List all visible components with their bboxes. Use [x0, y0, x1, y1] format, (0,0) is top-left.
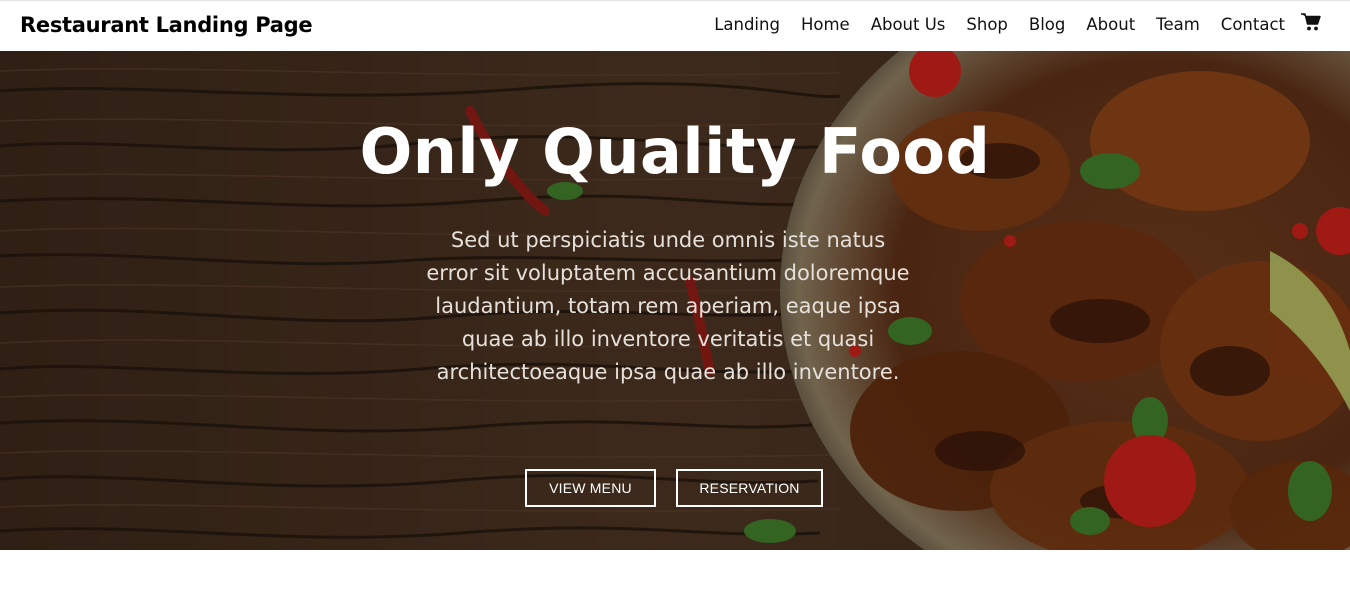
top-navbar: Restaurant Landing Page Landing Home Abo… — [0, 0, 1350, 51]
hero-title: Only Quality Food — [359, 115, 991, 188]
nav-blog[interactable]: Blog — [1029, 15, 1065, 34]
nav-team[interactable]: Team — [1156, 15, 1200, 34]
site-brand[interactable]: Restaurant Landing Page — [20, 13, 313, 37]
nav-contact[interactable]: Contact — [1221, 15, 1285, 34]
nav-shop[interactable]: Shop — [966, 15, 1008, 34]
nav-home[interactable]: Home — [801, 15, 850, 34]
nav-about[interactable]: About — [1086, 15, 1135, 34]
hero-section: Only Quality Food Sed ut perspiciatis un… — [0, 51, 1350, 550]
nav-about-us[interactable]: About Us — [871, 15, 946, 34]
hero-description: Sed ut perspiciatis unde omnis iste natu… — [426, 228, 910, 384]
view-menu-button[interactable]: VIEW MENU — [525, 469, 656, 507]
main-nav: Landing Home About Us Shop Blog About Te… — [714, 12, 1322, 34]
below-hero-area — [0, 550, 1350, 603]
reservation-button[interactable]: RESERVATION — [676, 469, 823, 507]
nav-landing[interactable]: Landing — [714, 15, 780, 34]
shopping-cart-icon[interactable] — [1300, 12, 1322, 32]
